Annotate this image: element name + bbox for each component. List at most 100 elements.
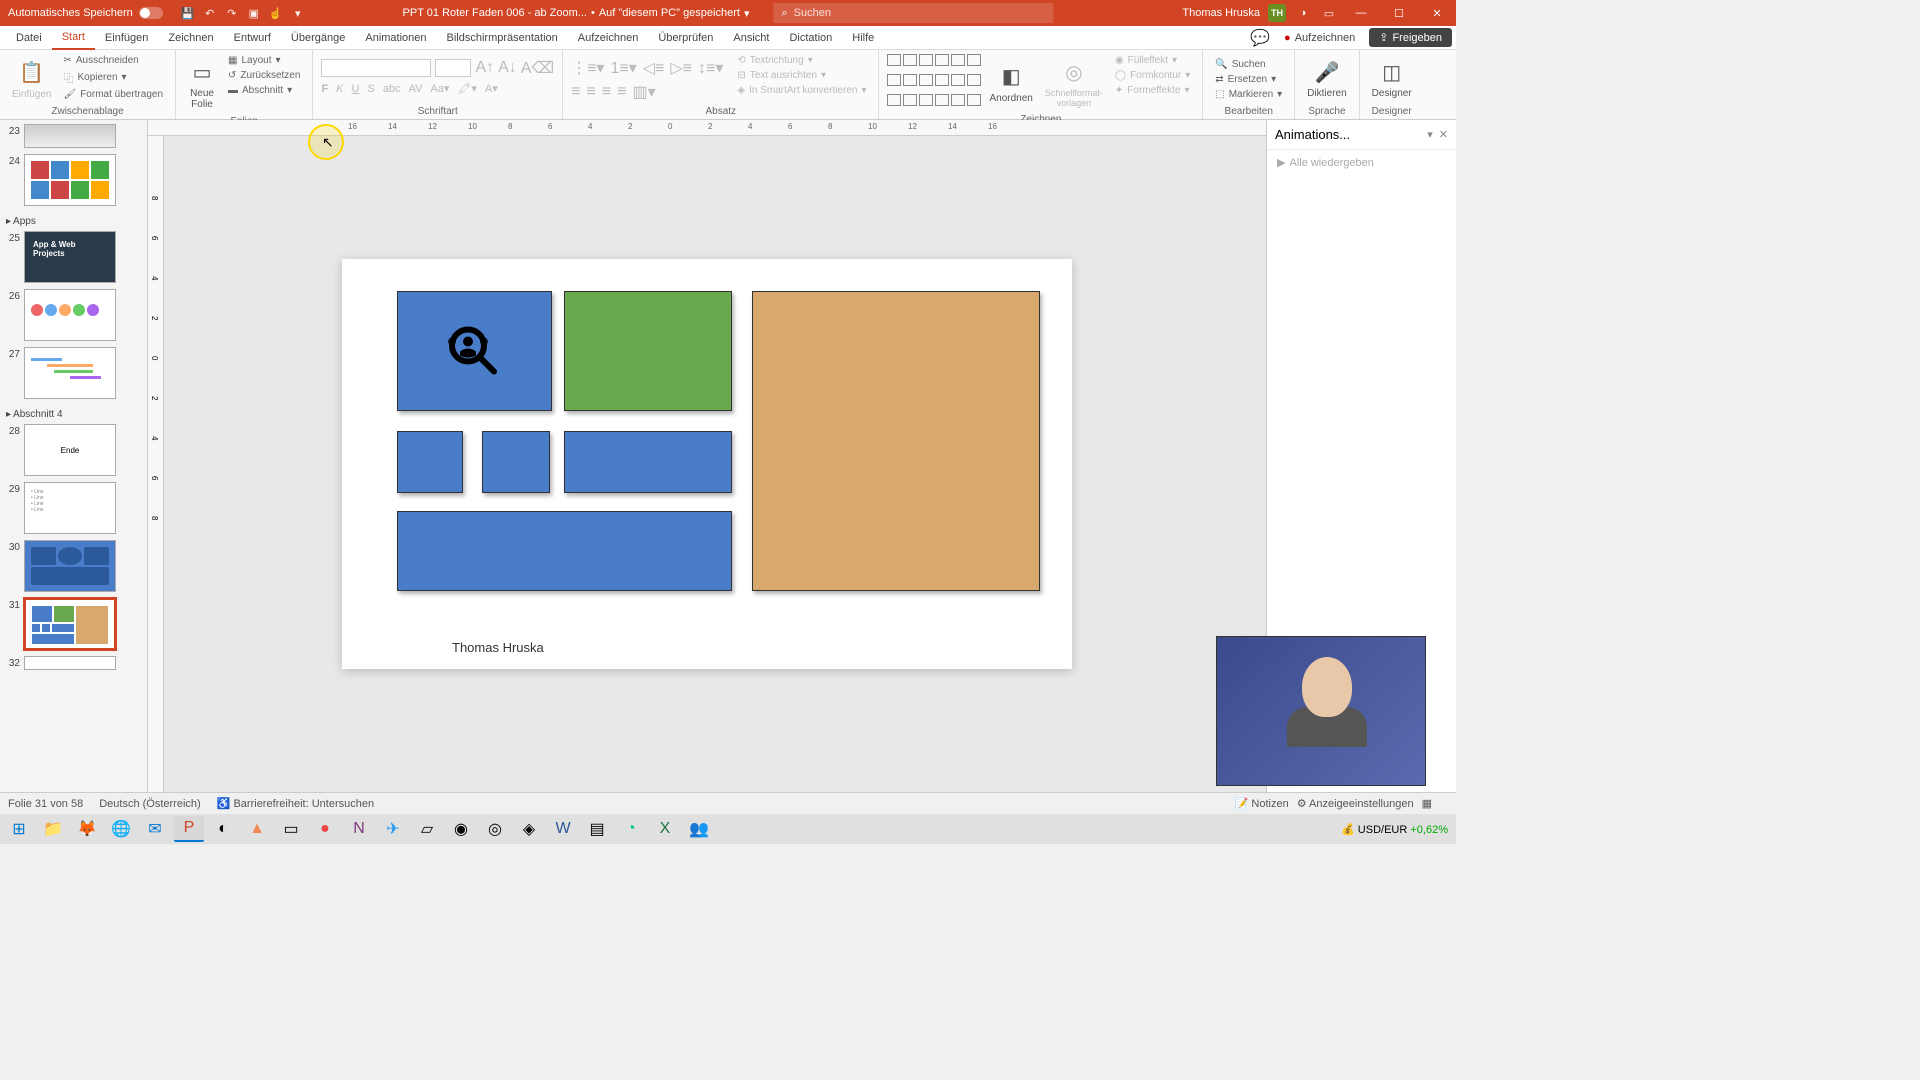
thumb-29[interactable]: 29 • Line• Line• Line• Line [4,482,143,534]
word-icon[interactable]: W [548,816,578,842]
thumb-27[interactable]: 27 [4,347,143,399]
redo-icon[interactable]: ↷ [223,4,241,22]
start-button[interactable]: ⊞ [4,816,34,842]
firefox-icon[interactable]: 🦊 [72,816,102,842]
shape-blue-wide[interactable] [397,511,732,591]
section-button[interactable]: ▬ Abschnitt ▾ [224,84,304,97]
menu-uebergaenge[interactable]: Übergänge [281,26,355,50]
designer-button[interactable]: ◫ Designer [1368,54,1416,103]
explorer-icon[interactable]: 📁 [38,816,68,842]
thumb-28[interactable]: 28 Ende [4,424,143,476]
touch-mode-icon[interactable]: ☝ [267,4,285,22]
share-button[interactable]: ⇪ Freigeben [1369,28,1452,47]
ribbon-display-icon[interactable]: ▭ [1320,4,1338,22]
language-indicator[interactable]: Deutsch (Österreich) [99,798,200,810]
autosave-toggle[interactable]: Automatisches Speichern [0,7,171,19]
menu-dictation[interactable]: Dictation [779,26,842,50]
menu-entwurf[interactable]: Entwurf [224,26,281,50]
find-button[interactable]: 🔍 Suchen [1211,58,1286,71]
edge-icon[interactable]: ◔ [616,816,646,842]
chevron-down-icon[interactable]: ▾ [744,7,750,20]
presenter-icon[interactable]: ◑ [1294,4,1312,22]
menu-animationen[interactable]: Animationen [355,26,436,50]
play-icon: ▶ [1277,156,1285,169]
replace-button[interactable]: ⇄ Ersetzen ▾ [1211,73,1286,86]
minimize-button[interactable]: — [1346,0,1376,26]
shape-blue-small-2[interactable] [482,431,550,493]
numbering-icon: 1≡▾ [610,58,636,78]
menu-zeichnen[interactable]: Zeichnen [158,26,223,50]
cut-button[interactable]: ✂ Ausschneiden [59,54,167,67]
menu-aufzeichnen[interactable]: Aufzeichnen [568,26,649,50]
search-input[interactable]: ⌕ Suchen [773,3,1053,23]
app-icon-5[interactable]: ◎ [480,816,510,842]
close-pane-icon[interactable]: ✕ [1439,128,1448,141]
app-icon-1[interactable]: ◐ [208,816,238,842]
currency-widget[interactable]: 💰 USD/EUR +0,62% [1341,823,1448,836]
reset-button[interactable]: ↺ Zurücksetzen [224,69,304,82]
teams-icon[interactable]: 👥 [684,816,714,842]
powerpoint-icon[interactable]: P [174,816,204,842]
menu-hilfe[interactable]: Hilfe [842,26,884,50]
thumb-31[interactable]: 31 [4,598,143,650]
shape-blue-medium[interactable] [564,431,732,493]
select-button[interactable]: ⬚ Markieren ▾ [1211,88,1286,101]
shape-blue-small-1[interactable] [397,431,463,493]
menu-ansicht[interactable]: Ansicht [723,26,779,50]
record-button[interactable]: ●Aufzeichnen [1274,29,1365,47]
menu-einfuegen[interactable]: Einfügen [95,26,158,50]
new-slide-button[interactable]: ▭ Neue Folie [184,54,220,114]
thumb-32[interactable]: 32 [4,656,143,670]
thumbnail-panel[interactable]: 23 24 ▸ Apps 25 App & Web Projects 26 27… [0,120,148,792]
menu-ueberpruefen[interactable]: Überprüfen [648,26,723,50]
thumb-23[interactable]: 23 [4,124,143,148]
app-icon-2[interactable]: ▭ [276,816,306,842]
notes-button[interactable]: 📝 Notizen [1235,797,1289,810]
format-painter-button[interactable]: 🖌 Format übertragen [59,88,167,101]
canvas-container[interactable]: Thomas Hruska [148,136,1266,792]
app-icon-3[interactable]: ● [310,816,340,842]
onenote-icon[interactable]: N [344,816,374,842]
telegram-icon[interactable]: ✈ [378,816,408,842]
slide-counter[interactable]: Folie 31 von 58 [8,798,83,810]
excel-icon[interactable]: X [650,816,680,842]
shape-green[interactable] [564,291,732,411]
maximize-button[interactable]: ☐ [1384,0,1414,26]
shape-blue-large[interactable] [397,291,552,411]
copy-button[interactable]: ⿻ Kopieren ▾ [59,69,167,86]
menu-bildschirm[interactable]: Bildschirmpräsentation [437,26,568,50]
user-avatar[interactable]: TH [1268,4,1286,22]
section-apps[interactable]: ▸ Apps [4,212,143,231]
thumb-30[interactable]: 30 [4,540,143,592]
app-icon-4[interactable]: ▱ [412,816,442,842]
normal-view-icon[interactable]: ▦ [1422,797,1432,810]
dictate-button[interactable]: 🎤 Diktieren [1303,54,1350,103]
undo-icon[interactable]: ↶ [201,4,219,22]
slide-canvas[interactable]: Thomas Hruska [342,259,1072,669]
from-beginning-icon[interactable]: ▣ [245,4,263,22]
close-button[interactable]: ✕ [1422,0,1452,26]
layout-button[interactable]: ▦ Layout ▾ [224,54,304,67]
save-icon[interactable]: 💾 [179,4,197,22]
accessibility-check[interactable]: ♿ Barrierefreiheit: Untersuchen [217,797,374,810]
app-icon-7[interactable]: ▤ [582,816,612,842]
display-settings-button[interactable]: ⚙ Anzeigeeinstellungen [1297,797,1414,810]
arrange-button[interactable]: ◧ Anordnen [985,54,1036,112]
app-icon-6[interactable]: ◈ [514,816,544,842]
obs-icon[interactable]: ◉ [446,816,476,842]
chevron-down-icon[interactable]: ▾ [1427,128,1433,141]
menu-datei[interactable]: Datei [6,26,52,50]
chrome-icon[interactable]: 🌐 [106,816,136,842]
outlook-icon[interactable]: ✉ [140,816,170,842]
ribbon-editing-group: 🔍 Suchen ⇄ Ersetzen ▾ ⬚ Markieren ▾ Bear… [1203,50,1295,119]
shapes-gallery[interactable] [887,54,981,112]
thumb-26[interactable]: 26 [4,289,143,341]
thumb-24[interactable]: 24 [4,154,143,206]
comments-icon[interactable]: 💬 [1250,28,1270,48]
shape-tan[interactable] [752,291,1040,591]
section-abschnitt4[interactable]: ▸ Abschnitt 4 [4,405,143,424]
menu-start[interactable]: Start [52,26,95,50]
vlc-icon[interactable]: ▲ [242,816,272,842]
qat-dropdown-icon[interactable]: ▾ [289,4,307,22]
thumb-25[interactable]: 25 App & Web Projects [4,231,143,283]
